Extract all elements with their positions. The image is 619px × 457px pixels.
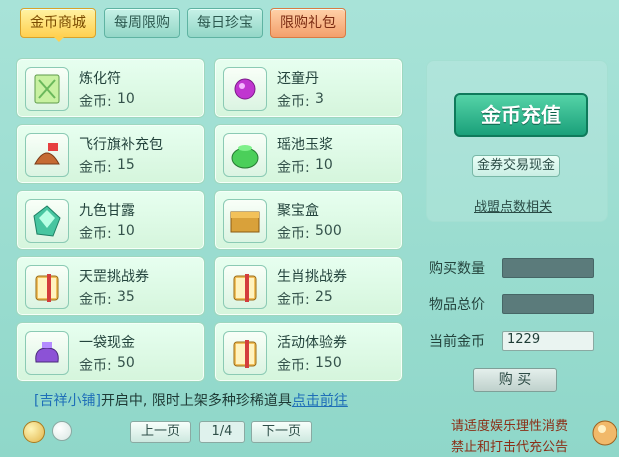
toggle-circle-icon[interactable] [52,421,72,441]
item-price-label: 金币: [79,226,112,242]
disclaimer-line2[interactable]: 禁止和打击代充公告 [451,436,568,455]
shop-item[interactable]: 飞行旗补充包 金币: 15 [16,124,205,184]
item-name: 一袋现金 [79,335,135,351]
tab-active-pointer [53,36,65,42]
item-price-label: 金币: [277,94,310,110]
scroll-ticket-icon [25,265,69,309]
shop-item[interactable]: 九色甘露 金币: 10 [16,190,205,250]
scroll-ticket-icon [223,331,267,375]
shop-item[interactable]: 生肖挑战券 金币: 25 [214,256,403,316]
item-price: 10 [117,91,135,107]
next-page-button[interactable]: 下一页 [251,421,313,443]
total-price-label: 物品总价 [429,297,485,313]
promo-text: 开启中, 限时上架多种珍稀道具 [100,393,292,409]
tab-limited-pack[interactable]: 限购礼包 [270,8,346,38]
item-price-label: 金币: [277,292,310,308]
current-gold-value: 1229 [507,332,541,347]
item-price: 10 [315,157,333,173]
prev-page-button[interactable]: 上一页 [130,421,192,443]
jade-jar-icon [223,133,267,177]
talisman-icon [25,67,69,111]
shop-item[interactable]: 炼化符 金币: 10 [16,58,205,118]
voucher-exchange-button[interactable]: 金券交易现金 [472,155,560,177]
item-price-label: 金币: [277,358,310,374]
tab-gold-shop[interactable]: 金币商城 [20,8,96,38]
item-name: 生肖挑战券 [277,269,347,285]
item-price: 50 [117,355,135,371]
promo-tag: [吉祥小铺] [34,393,101,409]
item-name: 瑶池玉浆 [277,137,333,153]
item-price: 35 [117,289,135,305]
gold-recharge-button[interactable]: 金币充值 [454,93,588,137]
disclaimer-line1: 请适度娱乐理性消费 [451,419,569,434]
qty-input[interactable] [502,258,594,278]
page-indicator: 1/4 [199,421,245,443]
item-price-label: 金币: [79,292,112,308]
shop-item[interactable]: 活动体验券 金币: 150 [214,322,403,382]
money-bag-icon [25,331,69,375]
tab-weekly-limit[interactable]: 每周限购 [104,8,180,38]
item-price-label: 金币: [79,94,112,110]
items-grid: 炼化符 金币: 10 还童丹 金币: 3 飞行旗补充包 金币: 15 瑶池玉浆 … [16,58,410,382]
purple-pill-icon [223,67,267,111]
treasure-box-icon [223,199,267,243]
tab-daily-treasure[interactable]: 每日珍宝 [187,8,263,38]
shop-item[interactable]: 天罡挑战券 金币: 35 [16,256,205,316]
qty-label: 购买数量 [429,261,485,277]
item-price: 3 [315,91,324,107]
shop-item[interactable]: 瑶池玉浆 金币: 10 [214,124,403,184]
item-price-label: 金币: [277,160,310,176]
flag-bag-icon [25,133,69,177]
promo-link[interactable]: 点击前往 [292,393,348,409]
item-name: 炼化符 [79,71,121,87]
total-price-field [502,294,594,314]
item-name: 九色甘露 [79,203,135,219]
item-price-label: 金币: [277,226,310,242]
item-price: 15 [117,157,135,173]
shop-item[interactable]: 聚宝盒 金币: 500 [214,190,403,250]
item-price: 150 [315,355,342,371]
item-price: 500 [315,223,342,239]
item-name: 天罡挑战券 [79,269,149,285]
shop-item[interactable]: 还童丹 金币: 3 [214,58,403,118]
coin-icon[interactable] [23,421,45,443]
item-name: 飞行旗补充包 [79,137,163,153]
item-name: 活动体验券 [277,335,347,351]
scroll-ticket-icon [223,265,267,309]
crystal-dew-icon [25,199,69,243]
item-name: 还童丹 [277,71,319,87]
item-price: 25 [315,289,333,305]
current-gold-label: 当前金币 [429,334,485,350]
item-price-label: 金币: [79,358,112,374]
buy-button[interactable]: 购 买 [473,368,557,392]
shop-item[interactable]: 一袋现金 金币: 50 [16,322,205,382]
item-price: 10 [117,223,135,239]
alliance-points-link[interactable]: 战盟点数相关 [474,196,552,215]
item-name: 聚宝盒 [277,203,319,219]
item-price-label: 金币: [79,160,112,176]
decorative-lotus-icon [587,407,618,451]
promo-notice: [吉祥小铺]开启中, 限时上架多种珍稀道具点击前往 [34,390,348,410]
